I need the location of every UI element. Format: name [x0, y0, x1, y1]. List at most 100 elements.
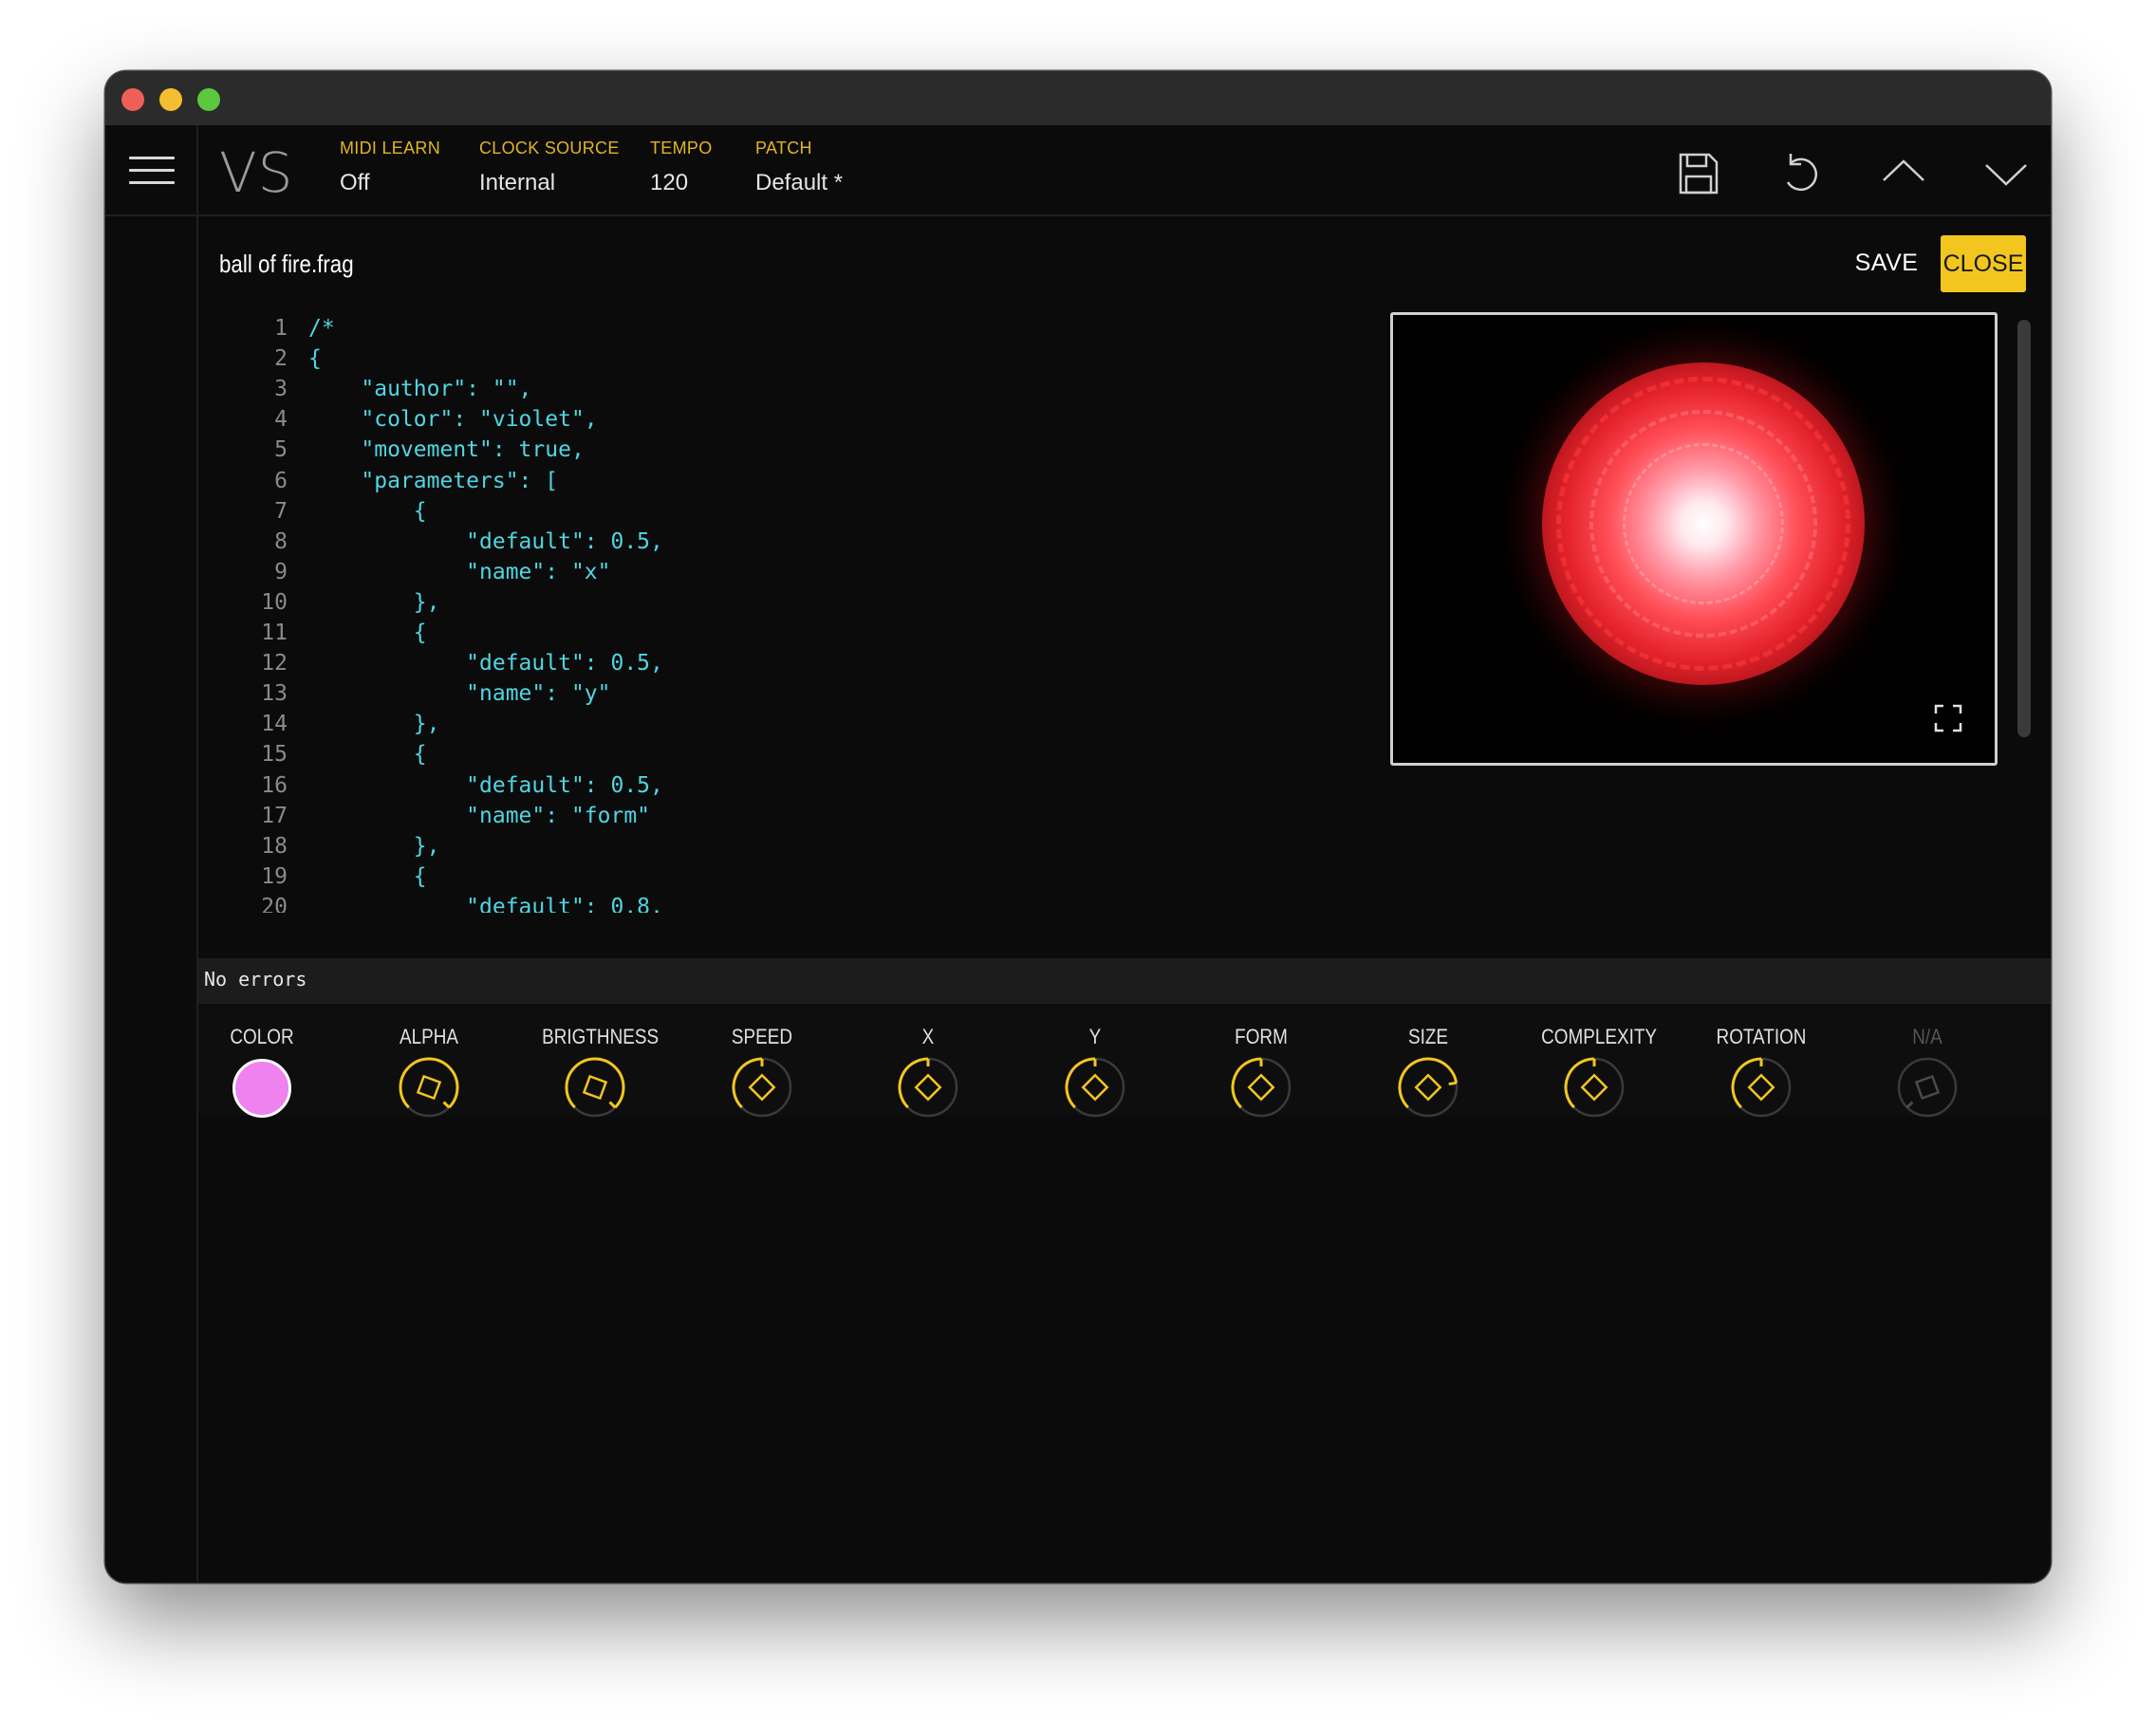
chevron-up-icon[interactable]: [1878, 148, 1929, 199]
save-button[interactable]: SAVE: [1849, 235, 1924, 290]
code-text: "default": 0.5,: [308, 772, 663, 798]
param-label: Y: [1088, 1025, 1101, 1048]
line-number: 2: [274, 346, 288, 372]
close-window-button[interactable]: [121, 88, 144, 111]
menu-icon[interactable]: [129, 157, 175, 185]
code-text: "parameters": [: [308, 468, 559, 493]
param-label: ALPHA: [399, 1025, 458, 1048]
status-text: No errors: [204, 968, 307, 991]
line-number: 5: [274, 437, 288, 463]
diamond-icon: [748, 1073, 775, 1102]
knob[interactable]: [397, 1055, 461, 1120]
clock-source-control[interactable]: CLOCK SOURCE Internal: [479, 139, 620, 196]
line-number: 9: [274, 559, 288, 584]
patch-control[interactable]: PATCH Default *: [755, 139, 843, 196]
knob[interactable]: [1562, 1055, 1626, 1120]
tempo-value: 120: [650, 170, 689, 195]
param-label: BRIGTHNESS: [542, 1025, 660, 1048]
param-label: N/A: [1912, 1025, 1942, 1048]
square-icon: [582, 1074, 608, 1101]
param-n-a: N/A: [1866, 1013, 1989, 1118]
diamond-icon: [1580, 1073, 1608, 1102]
title-bar: [105, 71, 2051, 125]
diamond-icon: [1081, 1073, 1108, 1102]
diamond-icon: [914, 1073, 942, 1102]
line-number: 16: [261, 772, 288, 798]
knob[interactable]: [1396, 1055, 1460, 1120]
color-swatch[interactable]: [232, 1059, 291, 1118]
diamond-icon: [1747, 1073, 1775, 1102]
line-number: 19: [261, 863, 288, 889]
knob[interactable]: [563, 1055, 627, 1120]
param-complexity: COMPLEXITY: [1533, 1013, 1657, 1120]
knob[interactable]: [896, 1055, 960, 1120]
param-y: Y: [1033, 1013, 1157, 1118]
knob[interactable]: [1229, 1055, 1293, 1120]
parameter-bar: COLOR ALPHA BRIGTHNESS SPEED X Y FORM SIZE COMPL…: [198, 1004, 2051, 1120]
param-label: X: [921, 1025, 935, 1048]
param-size: SIZE: [1366, 1013, 1490, 1118]
param-alpha: ALPHA: [367, 1013, 491, 1118]
code-text: "name": "y": [308, 681, 611, 707]
midi-learn-label: MIDI LEARN: [340, 139, 441, 157]
code-text: },: [308, 833, 440, 859]
midi-learn-control[interactable]: MIDI LEARN Off: [340, 139, 440, 196]
param-form: FORM: [1199, 1013, 1323, 1118]
param-speed: SPEED: [700, 1013, 824, 1118]
code-text: "default": 0.5,: [308, 528, 663, 554]
save-icon[interactable]: [1672, 148, 1723, 199]
knob[interactable]: [1729, 1055, 1794, 1120]
code-text: "author": "",: [308, 377, 532, 402]
diamond-icon: [1247, 1073, 1275, 1102]
line-number: 1: [274, 316, 288, 341]
param-label: SPEED: [731, 1025, 792, 1048]
app-window: VS MIDI LEARN Off CLOCK SOURCE Internal …: [105, 71, 2051, 1583]
chevron-down-icon[interactable]: [1980, 148, 2032, 199]
code-editor[interactable]: 1 /* 2 {3 "author": "", 4 "color": "violet",…: [238, 313, 1092, 913]
line-number: 12: [261, 651, 288, 676]
line-number: 17: [261, 803, 288, 828]
fire-ring-inner: [1623, 443, 1784, 604]
code-text: {: [308, 742, 427, 768]
line-number: 4: [274, 407, 288, 433]
clock-source-value: Internal: [479, 170, 556, 195]
code-text: "movement": true,: [308, 437, 585, 463]
file-name: ball of fire.frag: [219, 250, 354, 278]
clock-source-label: CLOCK SOURCE: [479, 139, 620, 157]
code-text: },: [308, 712, 440, 737]
sidebar-divider: [196, 125, 198, 1583]
line-number: 7: [274, 498, 288, 524]
tempo-control[interactable]: TEMPO 120: [650, 139, 713, 196]
line-number: 14: [261, 712, 288, 737]
param-label: SIZE: [1407, 1025, 1448, 1048]
close-button[interactable]: CLOSE: [1941, 235, 2026, 292]
tempo-label: TEMPO: [650, 139, 713, 157]
param-brigthness: BRIGTHNESS: [533, 1013, 660, 1120]
patch-label: PATCH: [755, 139, 812, 157]
fullscreen-icon[interactable]: [1934, 704, 1962, 732]
code-text: "default": 0.5,: [308, 651, 663, 676]
code-text: "name": "form": [308, 803, 651, 828]
param-rotation: ROTATION: [1700, 1013, 1823, 1118]
top-toolbar: VS MIDI LEARN Off CLOCK SOURCE Internal …: [105, 125, 2051, 216]
undo-icon[interactable]: [1775, 148, 1827, 199]
line-number: 11: [261, 621, 288, 645]
knob[interactable]: [1063, 1055, 1127, 1120]
line-number: 3: [274, 377, 288, 402]
param-label: COLOR: [230, 1025, 294, 1048]
diamond-icon: [1414, 1073, 1441, 1102]
param-label: FORM: [1235, 1025, 1288, 1048]
editor-scrollbar[interactable]: [2017, 320, 2031, 737]
minimize-window-button[interactable]: [159, 88, 182, 111]
code-text: {: [308, 346, 322, 372]
app-logo: VS: [219, 140, 294, 205]
line-number: 13: [261, 681, 288, 707]
line-number: 15: [261, 742, 288, 768]
param-label: ROTATION: [1716, 1025, 1806, 1048]
knob[interactable]: [730, 1055, 794, 1120]
maximize-window-button[interactable]: [197, 88, 220, 111]
knob: [1897, 1057, 1958, 1118]
code-text: "name": "x": [308, 559, 611, 584]
line-number: 18: [261, 833, 288, 859]
line-number: 6: [274, 468, 288, 493]
